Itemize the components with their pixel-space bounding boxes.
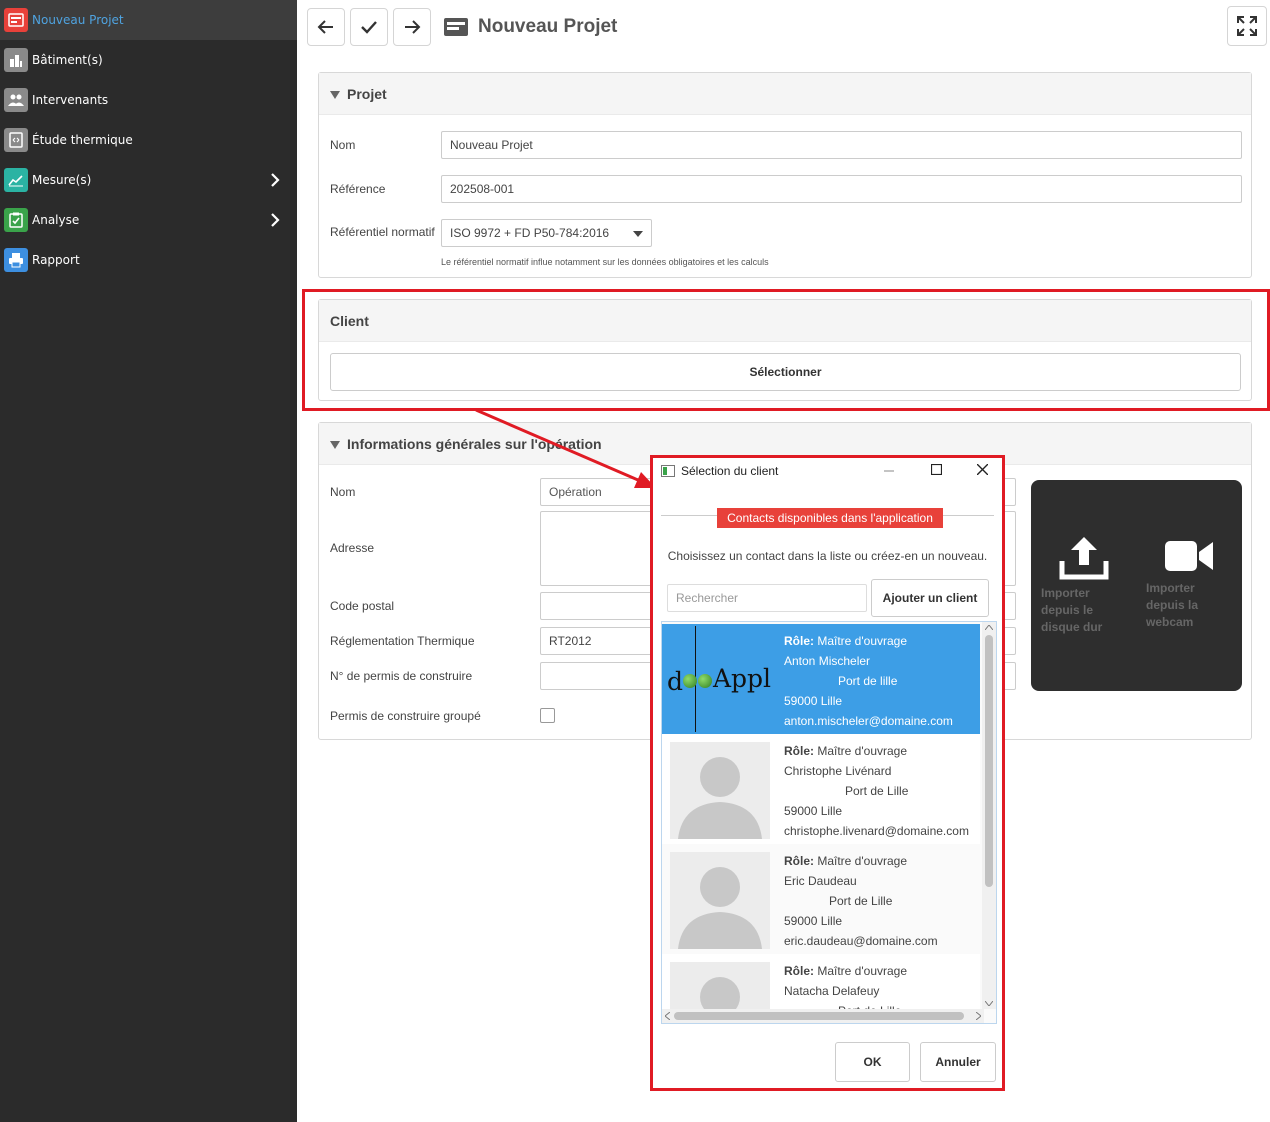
contact-name: Christophe Livénard xyxy=(784,764,892,778)
add-client-button[interactable]: Ajouter un client xyxy=(871,579,989,617)
contact-role: Maître d'ouvrage xyxy=(817,964,908,978)
contact-role-label: Rôle: xyxy=(784,744,814,758)
contact-item[interactable]: d Appl Rôle: Maître d'ouvrage Anton Misc… xyxy=(662,624,980,734)
vertical-scroll-thumb[interactable] xyxy=(985,635,993,887)
contacts-badge: Contacts disponibles dans l'application xyxy=(717,508,943,528)
contact-role-label: Rôle: xyxy=(784,854,814,868)
contact-name: Anton Mischeler xyxy=(784,654,871,668)
close-icon[interactable] xyxy=(977,464,988,475)
contact-role: Maître d'ouvrage xyxy=(817,854,908,868)
contact-address: Port de Lille xyxy=(829,894,893,908)
minimize-icon[interactable] xyxy=(884,470,894,472)
client-search-placeholder: Rechercher xyxy=(676,591,739,605)
contact-email: anton.mischeler@domaine.com xyxy=(784,714,953,728)
scroll-down-icon[interactable] xyxy=(985,1001,993,1006)
scroll-up-icon[interactable] xyxy=(985,625,993,630)
doapp-logo: d Appl xyxy=(666,626,772,732)
contact-role-label: Rôle: xyxy=(784,964,814,978)
contact-name: Natacha Delafeuy xyxy=(784,984,880,998)
client-selection-dialog: Sélection du client Contacts disponibles… xyxy=(650,455,1005,1091)
client-search-input[interactable]: Rechercher xyxy=(667,584,867,612)
maximize-icon[interactable] xyxy=(931,464,942,475)
avatar-placeholder-icon xyxy=(670,742,770,839)
app-window-icon xyxy=(661,465,675,477)
contact-address: Port de Lille xyxy=(845,784,909,798)
logo-text: Appl xyxy=(713,664,772,693)
contact-role-label: Rôle: xyxy=(784,634,814,648)
dialog-title: Sélection du client xyxy=(681,464,779,478)
highlight-arrow xyxy=(475,408,656,488)
scroll-right-icon[interactable] xyxy=(976,1012,981,1020)
contact-list: d Appl Rôle: Maître d'ouvrage Anton Misc… xyxy=(661,621,997,1024)
contact-email: christophe.livenard@domaine.com xyxy=(784,824,969,838)
contact-address: Port de lille xyxy=(838,674,898,688)
contact-city: 59000 Lille xyxy=(784,694,843,708)
cancel-button[interactable]: Annuler xyxy=(920,1042,996,1082)
contact-item[interactable]: Rôle: Maître d'ouvrage Christophe Livéna… xyxy=(662,734,980,844)
horizontal-scroll-thumb[interactable] xyxy=(674,1012,964,1020)
contact-city: 59000 Lille xyxy=(784,914,843,928)
contact-role: Maître d'ouvrage xyxy=(817,634,908,648)
vertical-scrollbar[interactable] xyxy=(982,622,996,1009)
contact-name: Eric Daudeau xyxy=(784,874,857,888)
avatar-placeholder-icon xyxy=(670,852,770,949)
contact-role: Maître d'ouvrage xyxy=(817,744,908,758)
contact-city: 59000 Lille xyxy=(784,804,843,818)
contact-item[interactable]: Rôle: Maître d'ouvrage Eric Daudeau Port… xyxy=(662,844,980,954)
scroll-left-icon[interactable] xyxy=(665,1012,670,1020)
dialog-instruction: Choisissez un contact dans la liste ou c… xyxy=(667,549,988,563)
contact-email: eric.daudeau@domaine.com xyxy=(784,934,938,948)
horizontal-scrollbar[interactable] xyxy=(662,1009,984,1023)
ok-button[interactable]: OK xyxy=(835,1042,910,1082)
